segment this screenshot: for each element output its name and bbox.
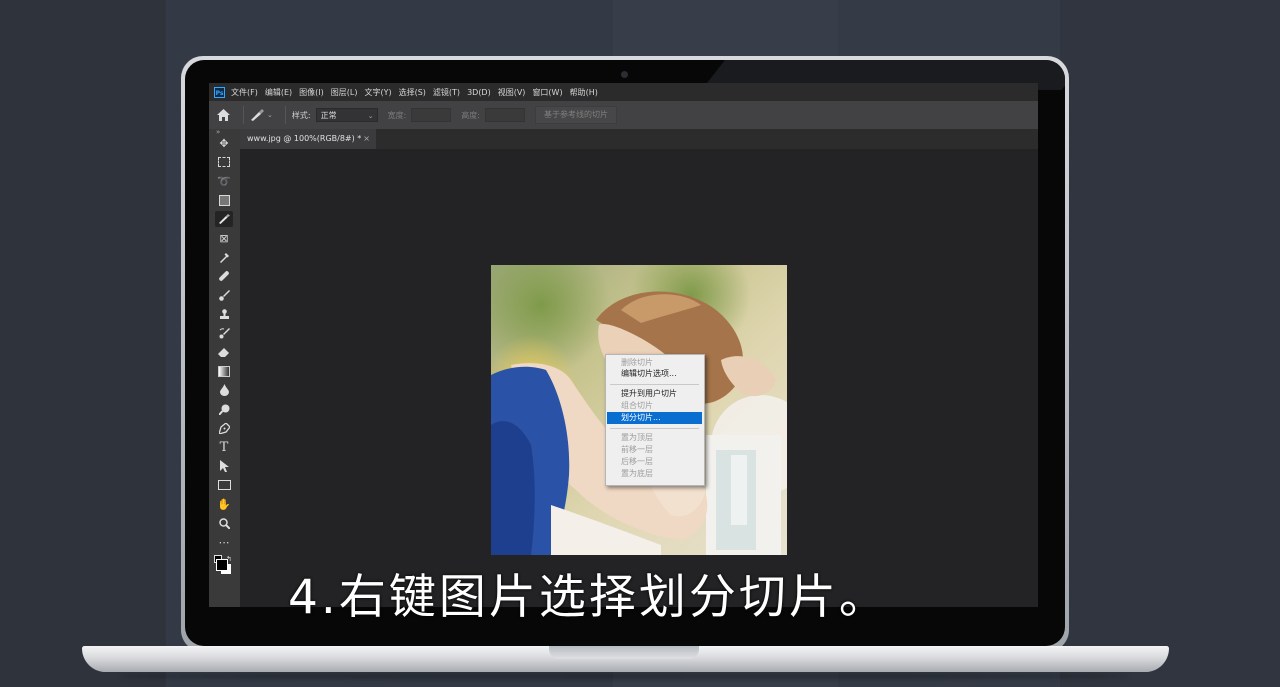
menu-file[interactable]: 文件(F) bbox=[231, 87, 258, 98]
zoom-icon[interactable] bbox=[215, 515, 233, 531]
height-label: 高度: bbox=[461, 110, 480, 120]
pen-icon[interactable] bbox=[215, 420, 233, 436]
home-icon bbox=[216, 109, 230, 121]
history-brush-icon[interactable] bbox=[215, 325, 233, 341]
laptop-base-notch bbox=[549, 646, 699, 659]
chevron-down-icon: ⌄ bbox=[367, 112, 374, 120]
color-swatches-icon[interactable]: ↰ bbox=[214, 555, 234, 575]
photoshop-window: Ps 文件(F) 编辑(E) 图像(I) 图层(L) 文字(Y) 选择(S) 滤… bbox=[209, 83, 1038, 607]
menu-separator bbox=[610, 384, 699, 385]
more-tools-icon[interactable]: ⋯ bbox=[215, 534, 233, 550]
photoshop-logo-icon: Ps bbox=[214, 86, 225, 98]
menu-window[interactable]: 窗口(W) bbox=[532, 87, 562, 98]
menu-bar: Ps 文件(F) 编辑(E) 图像(I) 图层(L) 文字(Y) 选择(S) 滤… bbox=[209, 83, 1038, 101]
close-icon[interactable]: × bbox=[363, 129, 370, 149]
menu-item-bring-to-front[interactable]: 置为顶层 bbox=[607, 432, 702, 444]
style-select[interactable]: 正常 ⌄ bbox=[315, 108, 378, 122]
menu-select[interactable]: 选择(S) bbox=[399, 87, 426, 98]
menu-3d[interactable]: 3D(D) bbox=[467, 88, 491, 97]
path-select-icon[interactable] bbox=[215, 458, 233, 474]
menu-item-send-backward[interactable]: 后移一层 bbox=[607, 456, 702, 468]
slices-from-guides-button[interactable]: 基于参考线的切片 bbox=[534, 106, 617, 124]
menu-item-combine-slices[interactable]: 组合切片 bbox=[607, 400, 702, 412]
dodge-icon[interactable] bbox=[215, 401, 233, 417]
object-select-icon[interactable] bbox=[215, 192, 233, 208]
menu-edit[interactable]: 编辑(E) bbox=[265, 87, 292, 98]
menu-item-bring-forward[interactable]: 前移一层 bbox=[607, 444, 702, 456]
eyedropper-icon[interactable] bbox=[215, 249, 233, 265]
lasso-icon[interactable]: ➰ bbox=[215, 173, 233, 189]
hand-icon[interactable]: ✋ bbox=[215, 496, 233, 512]
menu-item-promote-to-user-slice[interactable]: 提升到用户切片 bbox=[607, 388, 702, 400]
menu-help[interactable]: 帮助(H) bbox=[570, 87, 598, 98]
document-tab-bar: www.jpg @ 100%(RGB/8#) * × bbox=[240, 129, 1038, 149]
menu-layer[interactable]: 图层(L) bbox=[331, 87, 358, 98]
menu-item-send-to-back[interactable]: 置为底层 bbox=[607, 468, 702, 480]
options-separator bbox=[284, 106, 286, 124]
tools-panel: » ✥ ➰ ⊠ T ✋ ⋯ ↰ bbox=[209, 128, 240, 607]
tool-preset-picker[interactable]: ⌄ bbox=[250, 109, 273, 121]
slice-icon[interactable] bbox=[215, 211, 233, 227]
clone-stamp-icon[interactable] bbox=[215, 306, 233, 322]
frame-icon[interactable]: ⊠ bbox=[215, 230, 233, 246]
video-subtitle: 4.右键图片选择划分切片。 bbox=[288, 570, 889, 625]
background-panel-left bbox=[0, 0, 166, 687]
marquee-icon[interactable] bbox=[215, 154, 233, 170]
document-tab-title: www.jpg @ 100%(RGB/8#) * bbox=[247, 134, 362, 143]
width-label: 宽度: bbox=[387, 110, 407, 120]
style-select-value: 正常 bbox=[320, 111, 337, 120]
slice-tool-preset-icon bbox=[251, 109, 264, 121]
gradient-icon[interactable] bbox=[215, 363, 233, 379]
brush-icon[interactable] bbox=[215, 287, 233, 303]
context-menu: 删除切片 编辑切片选项... 提升到用户切片 组合切片 划分切片... 置为顶层… bbox=[605, 354, 705, 486]
menu-view[interactable]: 视图(V) bbox=[498, 87, 526, 98]
healing-brush-icon[interactable] bbox=[215, 268, 233, 284]
move-icon[interactable]: ✥ bbox=[215, 135, 233, 151]
width-field[interactable] bbox=[411, 108, 452, 122]
menu-item-divide-slice[interactable]: 划分切片... bbox=[607, 412, 702, 424]
type-icon[interactable]: T bbox=[215, 439, 233, 455]
menu-filter[interactable]: 滤镜(T) bbox=[433, 87, 460, 98]
style-label: 样式: bbox=[291, 110, 311, 120]
laptop-base-shadow bbox=[120, 672, 1130, 680]
menu-type[interactable]: 文字(Y) bbox=[364, 87, 391, 98]
blur-icon[interactable] bbox=[215, 382, 233, 398]
options-bar: ⌄ 样式: 正常 ⌄ 宽度: 高度: 基于参考线的切片 bbox=[209, 101, 1038, 129]
chevron-down-icon: ⌄ bbox=[267, 111, 273, 119]
options-separator bbox=[243, 106, 244, 124]
background-panel-far-right bbox=[1060, 0, 1280, 687]
camera-dot bbox=[621, 71, 628, 78]
rectangle-icon[interactable] bbox=[215, 477, 233, 493]
home-button[interactable] bbox=[209, 101, 237, 129]
document-tab[interactable]: www.jpg @ 100%(RGB/8#) * × bbox=[240, 129, 376, 149]
eraser-icon[interactable] bbox=[215, 344, 233, 360]
menu-separator bbox=[610, 428, 699, 429]
menu-item-edit-slice-options[interactable]: 编辑切片选项... bbox=[607, 368, 702, 380]
height-field[interactable] bbox=[484, 108, 525, 122]
menu-image[interactable]: 图像(I) bbox=[299, 87, 324, 98]
